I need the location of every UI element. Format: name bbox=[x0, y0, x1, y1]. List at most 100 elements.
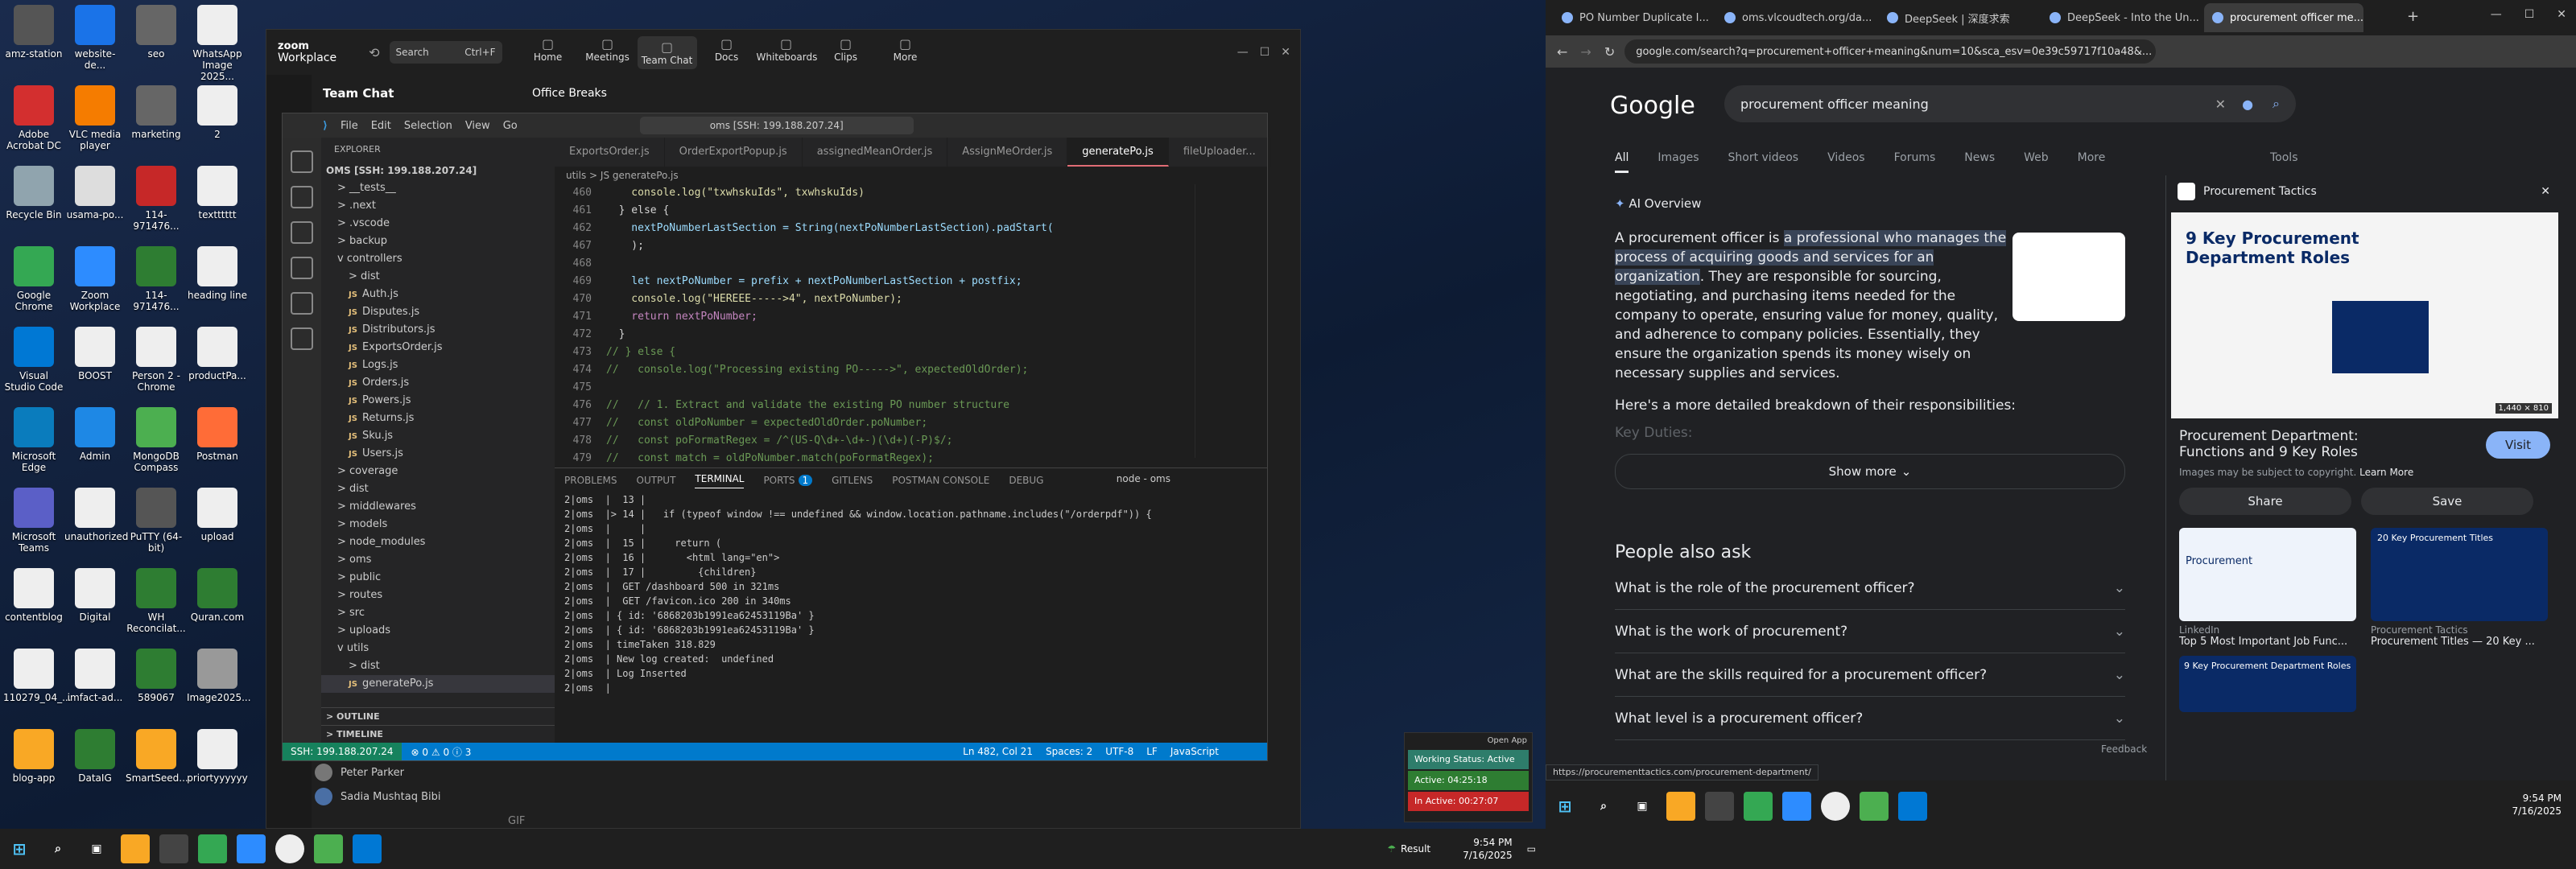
tree-folder[interactable]: > dist bbox=[321, 268, 555, 286]
start-icon[interactable]: ⊞ bbox=[1550, 792, 1579, 821]
google-logo[interactable]: Google bbox=[1610, 92, 1695, 120]
address-bar[interactable]: google.com/search?q=procurement+officer+… bbox=[1624, 39, 2157, 64]
menu-selection[interactable]: Selection bbox=[404, 120, 452, 132]
tree-file[interactable]: JS Sku.js bbox=[321, 427, 555, 445]
tree-folder[interactable]: > node_modules bbox=[321, 533, 555, 551]
search-icon[interactable] bbox=[291, 186, 313, 208]
search-tab-web[interactable]: Web bbox=[2024, 151, 2049, 173]
desktop-icon[interactable]: marketing bbox=[126, 85, 187, 140]
menu-file[interactable]: File bbox=[341, 120, 358, 132]
app-icon[interactable] bbox=[275, 834, 304, 863]
indentation[interactable]: Spaces: 2 bbox=[1046, 746, 1092, 757]
minimize-icon[interactable]: — bbox=[1237, 46, 1249, 59]
zoom-nav-meetings[interactable]: ▢ Meetings bbox=[578, 36, 638, 69]
search-tab-images[interactable]: Images bbox=[1657, 151, 1699, 173]
notification-icon[interactable]: ▭ bbox=[1527, 843, 1536, 855]
desktop-icon[interactable]: Digital bbox=[64, 568, 126, 623]
tree-folder[interactable]: > routes bbox=[321, 587, 555, 604]
mongodb-icon[interactable] bbox=[314, 834, 343, 863]
search-icon[interactable]: ⌕ bbox=[43, 834, 72, 863]
minimize-icon[interactable]: — bbox=[2491, 8, 2502, 21]
tools-button[interactable]: Tools bbox=[2270, 151, 2298, 164]
panel-tab-debug[interactable]: DEBUG bbox=[1009, 475, 1043, 486]
side-source[interactable]: Procurement Tactics bbox=[2203, 185, 2317, 198]
desktop-icon[interactable]: priortyyyyyy bbox=[187, 729, 248, 784]
search-tab-forums[interactable]: Forums bbox=[1894, 151, 1936, 173]
back-icon[interactable]: ← bbox=[1557, 44, 1567, 60]
desktop-icon[interactable]: BOOST bbox=[64, 327, 126, 381]
editor-tab[interactable]: AssignMeOrder.js bbox=[947, 138, 1068, 167]
clock[interactable]: 9:54 PM 7/16/2025 bbox=[1463, 836, 1513, 862]
history-icon[interactable]: ⟲ bbox=[369, 45, 379, 60]
desktop-icon[interactable]: Image2025... bbox=[187, 649, 251, 703]
chrome-icon[interactable] bbox=[198, 834, 227, 863]
tree-folder[interactable]: > .vscode bbox=[321, 215, 555, 233]
close-icon[interactable]: ✕ bbox=[2541, 185, 2550, 198]
desktop-icon[interactable]: blog-app bbox=[3, 729, 64, 784]
language-mode[interactable]: JavaScript bbox=[1170, 746, 1219, 757]
visit-button[interactable]: Visit bbox=[2486, 431, 2550, 459]
files-icon[interactable] bbox=[291, 150, 313, 173]
side-image[interactable]: 9 Key Procurement Department Roles 1,440… bbox=[2171, 212, 2558, 418]
desktop-icon[interactable]: 589067 bbox=[126, 649, 187, 703]
desktop-icon[interactable]: seo bbox=[126, 5, 187, 60]
search-icon[interactable]: ⌕ bbox=[1589, 792, 1618, 821]
panel-tab-ports[interactable]: PORTS bbox=[763, 475, 795, 486]
tree-folder[interactable]: > middlewares bbox=[321, 498, 555, 516]
search-tab-news[interactable]: News bbox=[1964, 151, 1995, 173]
open-app-link[interactable]: Open App bbox=[1405, 733, 1532, 748]
remote-icon[interactable] bbox=[291, 327, 313, 350]
forward-icon[interactable]: → bbox=[1580, 44, 1591, 60]
desktop-icon[interactable]: imfact-ad... bbox=[64, 649, 126, 703]
desktop-icon[interactable]: amz-station bbox=[3, 5, 64, 60]
paa-question[interactable]: What are the skills required for a procu… bbox=[1615, 653, 2125, 697]
tree-file[interactable]: JS Orders.js bbox=[321, 374, 555, 392]
tree-file[interactable]: JS ExportsOrder.js bbox=[321, 339, 555, 356]
chrome-icon[interactable] bbox=[1744, 792, 1773, 821]
desktop-icon[interactable]: 2 bbox=[187, 85, 248, 140]
extensions-icon[interactable] bbox=[291, 292, 313, 315]
panel-tab-gitlens[interactable]: GITLENS bbox=[832, 475, 873, 486]
desktop-icon[interactable]: 114-971476... bbox=[126, 246, 187, 312]
tree-folder[interactable]: > public bbox=[321, 569, 555, 587]
desktop-icon[interactable]: Admin bbox=[64, 407, 126, 462]
share-button[interactable]: Share bbox=[2179, 488, 2351, 515]
desktop-icon[interactable]: contentblog bbox=[3, 568, 64, 623]
terminal-output[interactable]: 2|oms | 13 | 2|oms |> 14 | if (typeof win… bbox=[555, 492, 1267, 695]
search-tab-more[interactable]: More bbox=[2078, 151, 2106, 173]
editor-tab[interactable]: assignedMeanOrder.js bbox=[803, 138, 948, 167]
desktop-icon[interactable]: WhatsApp Image 2025... bbox=[187, 5, 248, 82]
panel-tab-postman-console[interactable]: POSTMAN CONSOLE bbox=[892, 475, 989, 486]
maximize-icon[interactable]: ☐ bbox=[2524, 8, 2535, 21]
related-item[interactable]: Procurement LinkedIn Top 5 Most Importan… bbox=[2179, 528, 2356, 648]
clear-icon[interactable]: ✕ bbox=[2215, 97, 2226, 112]
browser-tab[interactable]: PO Number Duplicate I... bbox=[1554, 3, 1713, 32]
mongodb-icon[interactable] bbox=[1860, 792, 1889, 821]
tree-folder[interactable]: > backup bbox=[321, 233, 555, 250]
desktop-icon[interactable]: usama-po... bbox=[64, 166, 126, 220]
save-button[interactable]: Save bbox=[2361, 488, 2533, 515]
contact-item[interactable]: Sadia Mushtaq Bibi bbox=[315, 785, 524, 809]
desktop-icon[interactable]: WH Reconcilat... bbox=[126, 568, 187, 634]
search-icon[interactable]: ⌕ bbox=[2273, 96, 2280, 112]
new-tab-button[interactable]: + bbox=[2407, 8, 2419, 25]
desktop-icon[interactable]: Postman bbox=[187, 407, 248, 462]
store-icon[interactable] bbox=[159, 834, 188, 863]
tree-file[interactable]: JS Logs.js bbox=[321, 356, 555, 374]
outline-section[interactable]: > OUTLINE bbox=[321, 707, 555, 725]
panel-tab-output[interactable]: OUTPUT bbox=[637, 475, 676, 486]
tree-folder[interactable]: v controllers bbox=[321, 250, 555, 268]
tree-folder[interactable]: > models bbox=[321, 516, 555, 533]
desktop-icon[interactable]: heading line bbox=[187, 246, 248, 301]
vscode-icon[interactable] bbox=[353, 834, 382, 863]
paa-question[interactable]: What is the role of the procurement offi… bbox=[1615, 566, 2125, 610]
desktop-icon[interactable]: DataIG bbox=[64, 729, 126, 784]
reload-icon[interactable]: ↻ bbox=[1604, 44, 1615, 60]
gif-button[interactable]: GIF bbox=[508, 815, 525, 827]
debug-icon[interactable] bbox=[291, 257, 313, 279]
tree-folder[interactable]: > oms bbox=[321, 551, 555, 569]
tree-file[interactable]: JS Distributors.js bbox=[321, 321, 555, 339]
zoom-nav-home[interactable]: ▢ Home bbox=[518, 36, 578, 69]
desktop-icon[interactable]: Microsoft Teams bbox=[3, 488, 64, 554]
search-tab-all[interactable]: All bbox=[1615, 151, 1629, 173]
